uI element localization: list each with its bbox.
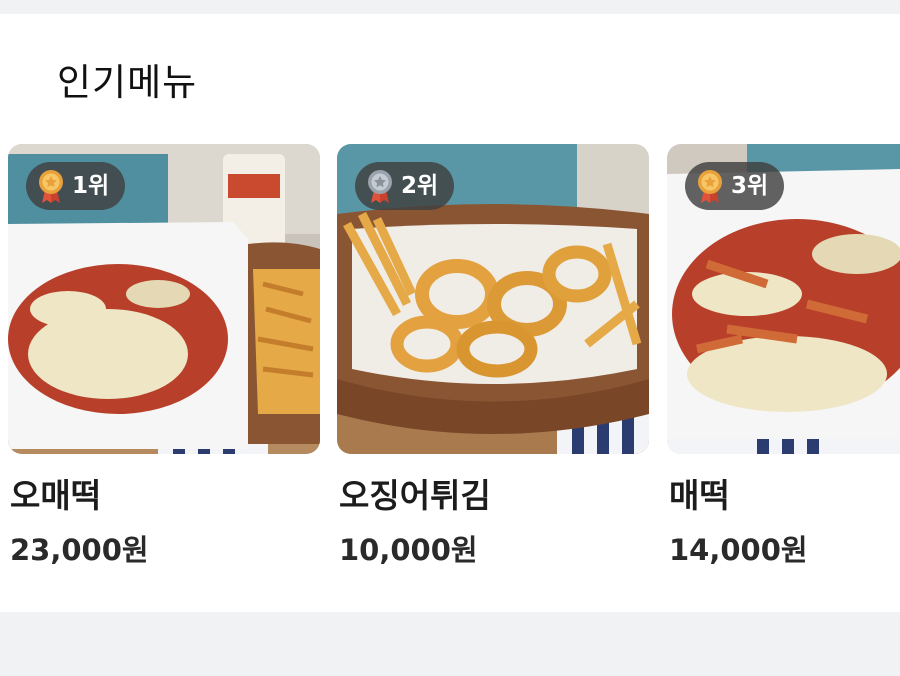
rank-label: 2위 [401,173,439,199]
menu-item-name: 오징어튀김 [339,476,491,515]
menu-item-name: 오매떡 [10,476,102,515]
menu-item-price: 23,000원 [10,533,149,567]
section-title: 인기메뉴 [57,61,198,104]
gold-medal-icon [39,170,63,203]
rank-label: 3위 [731,173,769,199]
rank-badge: 2위 [355,162,455,210]
silver-medal-icon [368,170,392,203]
menu-item-photo: 2위 [337,144,649,454]
menu-item-name: 매떡 [669,476,730,515]
rank-badge: 1위 [26,162,126,210]
menu-item-price: 14,000원 [669,533,808,567]
rank-label: 1위 [72,173,110,199]
rank-badge: 3위 [685,162,785,210]
menu-item-price: 10,000원 [339,533,478,567]
menu-card[interactable]: 1위 오매떡 23,000원 [8,144,320,567]
menu-card[interactable]: 3위 매떡 14,000원 [667,144,900,567]
menu-card[interactable]: 2위 오징어튀김 10,000원 [337,144,649,567]
bronze-medal-icon [698,170,722,203]
menu-item-photo: 1위 [8,144,320,454]
menu-item-photo: 3위 [667,144,900,454]
popular-menu-section: 인기메뉴 1위 오매떡 23,000원 2위 오징어튀김 10,000원 3위 … [0,14,900,612]
